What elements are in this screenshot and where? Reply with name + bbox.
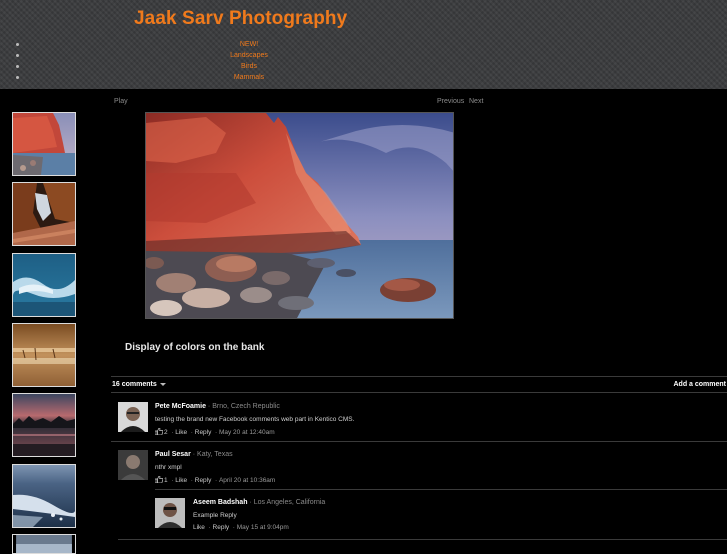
comments-header: 16 comments Add a comment bbox=[111, 376, 727, 393]
bullet-icon bbox=[16, 65, 19, 68]
bullet-icon bbox=[16, 54, 19, 57]
avatar[interactable] bbox=[118, 402, 148, 432]
thumbs-up-icon bbox=[155, 476, 163, 483]
thumbnail-partial[interactable] bbox=[12, 534, 76, 554]
thumbs-up-icon bbox=[155, 428, 163, 435]
nav-item-landscapes: Landscapes bbox=[0, 50, 500, 61]
bullet-icon bbox=[16, 76, 19, 79]
reply-link[interactable]: Reply bbox=[213, 524, 230, 531]
comment-header: Pete McFoamie · Brno, Czech Republic bbox=[155, 403, 280, 410]
site-header: Jaak Sarv Photography NEW! Landscapes Bi… bbox=[0, 0, 727, 89]
like-link[interactable]: Like bbox=[175, 429, 187, 436]
comment-location: Brno, Czech Republic bbox=[212, 403, 280, 410]
comment-text: Example Reply bbox=[193, 512, 237, 519]
nav-item-mammals: Mammals bbox=[0, 72, 500, 83]
comment-divider bbox=[111, 441, 727, 442]
comment-divider bbox=[155, 489, 727, 490]
comment-divider bbox=[118, 539, 727, 540]
previous-button[interactable]: Previous bbox=[437, 98, 464, 105]
photo-caption: Display of colors on the bank bbox=[125, 342, 265, 353]
comment-header: Paul Sesar · Katy, Texas bbox=[155, 451, 233, 458]
like-count: 2 bbox=[164, 429, 168, 436]
avatar[interactable] bbox=[155, 498, 185, 528]
nav-link-landscapes[interactable]: Landscapes bbox=[200, 50, 298, 61]
comment-timestamp[interactable]: May 15 at 9:04pm bbox=[237, 524, 289, 531]
next-button[interactable]: Next bbox=[469, 98, 483, 105]
comment-header: Aseem Badshah · Los Angeles, California bbox=[193, 499, 325, 506]
site-title[interactable]: Jaak Sarv Photography bbox=[134, 8, 347, 30]
bullet-icon bbox=[16, 43, 19, 46]
comment-author[interactable]: Paul Sesar bbox=[155, 451, 191, 458]
thumbnail-sunset-lake[interactable] bbox=[12, 393, 76, 457]
nav-item-new: NEW! bbox=[0, 39, 500, 50]
like-link[interactable]: Like bbox=[175, 477, 187, 484]
comment-author[interactable]: Pete McFoamie bbox=[155, 403, 206, 410]
play-button[interactable]: Play bbox=[114, 98, 128, 105]
comment-actions: 1 · Like · Reply · April 20 at 10:36am bbox=[155, 476, 275, 484]
add-comment-link[interactable]: Add a comment bbox=[673, 381, 726, 388]
reply-link[interactable]: Reply bbox=[195, 429, 212, 436]
thumbnail-red-cliff[interactable] bbox=[12, 112, 76, 176]
thumbnail-blue-wave[interactable] bbox=[12, 253, 76, 317]
comment-author[interactable]: Aseem Badshah bbox=[193, 499, 247, 506]
main-photo[interactable] bbox=[145, 112, 454, 319]
thumbnail-icy-shore[interactable] bbox=[12, 464, 76, 528]
main-nav: NEW! Landscapes Birds Mammals bbox=[0, 39, 500, 83]
comments-section: 16 comments Add a comment Pete McFoamie … bbox=[111, 376, 727, 540]
comment-timestamp[interactable]: April 20 at 10:36am bbox=[219, 477, 275, 484]
reply-link[interactable]: Reply bbox=[195, 477, 212, 484]
thumbnail-cave-arch[interactable] bbox=[12, 182, 76, 246]
nav-link-mammals[interactable]: Mammals bbox=[200, 72, 298, 83]
comments-count[interactable]: 16 comments bbox=[112, 381, 166, 388]
comment-location: Los Angeles, California bbox=[253, 499, 326, 506]
thumbnail-golden-abstract[interactable] bbox=[12, 323, 76, 387]
nav-item-birds: Birds bbox=[0, 61, 500, 72]
comment-actions: Like · Reply · May 15 at 9:04pm bbox=[193, 524, 289, 531]
like-count: 1 bbox=[164, 477, 168, 484]
comment-location: Katy, Texas bbox=[197, 451, 233, 458]
comment-actions: 2 · Like · Reply · May 20 at 12:40am bbox=[155, 428, 275, 436]
avatar[interactable] bbox=[118, 450, 148, 480]
like-link[interactable]: Like bbox=[193, 524, 205, 531]
nav-link-birds[interactable]: Birds bbox=[200, 61, 298, 72]
comment-timestamp[interactable]: May 20 at 12:40am bbox=[219, 429, 275, 436]
nav-link-new[interactable]: NEW! bbox=[200, 39, 298, 50]
comments-count-label: 16 comments bbox=[112, 381, 157, 388]
comment-text: testing the brand new Facebook comments … bbox=[155, 416, 355, 423]
caret-down-icon bbox=[159, 382, 166, 386]
comment-text: nthr xmpl bbox=[155, 464, 182, 471]
